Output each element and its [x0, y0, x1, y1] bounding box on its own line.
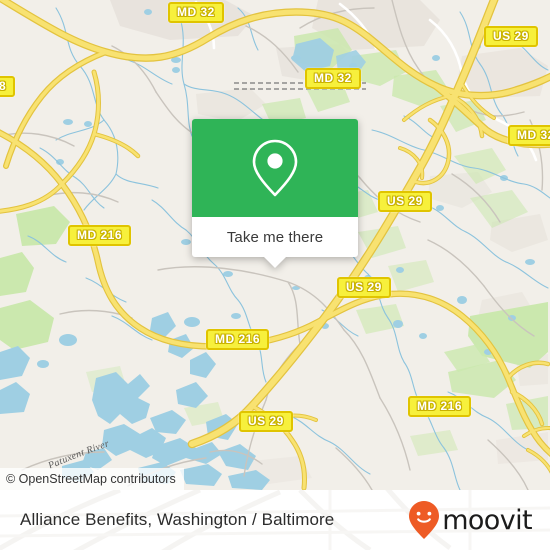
road-shield-md-32-north[interactable]: MD 32 [168, 2, 224, 23]
road-shield-us-29-east[interactable]: US 29 [378, 191, 432, 212]
map-canvas[interactable]: MD 32 US 29 MD 32 MD 32 US 29 MD 216 US … [0, 0, 550, 490]
openstreetmap-attribution[interactable]: © OpenStreetMap contributors [6, 472, 176, 486]
callout-header [192, 119, 358, 217]
callout-tail-pointer [264, 257, 286, 268]
map-attribution-bar[interactable]: © OpenStreetMap contributors [0, 468, 184, 490]
road-shield-west-edge[interactable]: 8 [0, 76, 16, 97]
place-title: Alliance Benefits, Washington / Baltimor… [20, 510, 335, 529]
road-shield-md-216-west[interactable]: MD 216 [68, 225, 132, 246]
moovit-wordmark: moovit [442, 504, 532, 536]
moovit-map-screenshot: MD 32 US 29 MD 32 MD 32 US 29 MD 216 US … [0, 0, 550, 550]
road-shield-md-32-east[interactable]: MD 32 [508, 125, 550, 146]
take-me-there-label: Take me there [226, 228, 324, 246]
road-shield-md-32-center[interactable]: MD 32 [305, 68, 361, 89]
moovit-smiley-pin-icon [409, 501, 440, 539]
footer-bar: Alliance Benefits, Washington / Baltimor… [0, 490, 550, 550]
road-shield-us-29-center[interactable]: US 29 [337, 277, 391, 298]
map-pin-icon [252, 139, 298, 197]
road-shield-md-216-southeast[interactable]: MD 216 [408, 396, 472, 417]
road-shield-us-29-northeast[interactable]: US 29 [484, 26, 538, 47]
road-shield-md-216-center[interactable]: MD 216 [206, 329, 270, 350]
location-callout-card[interactable]: Take me there [192, 119, 358, 268]
callout-footer[interactable]: Take me there [192, 217, 358, 268]
moovit-brand[interactable]: moovit [407, 500, 533, 540]
road-shield-us-29-south[interactable]: US 29 [239, 411, 293, 432]
